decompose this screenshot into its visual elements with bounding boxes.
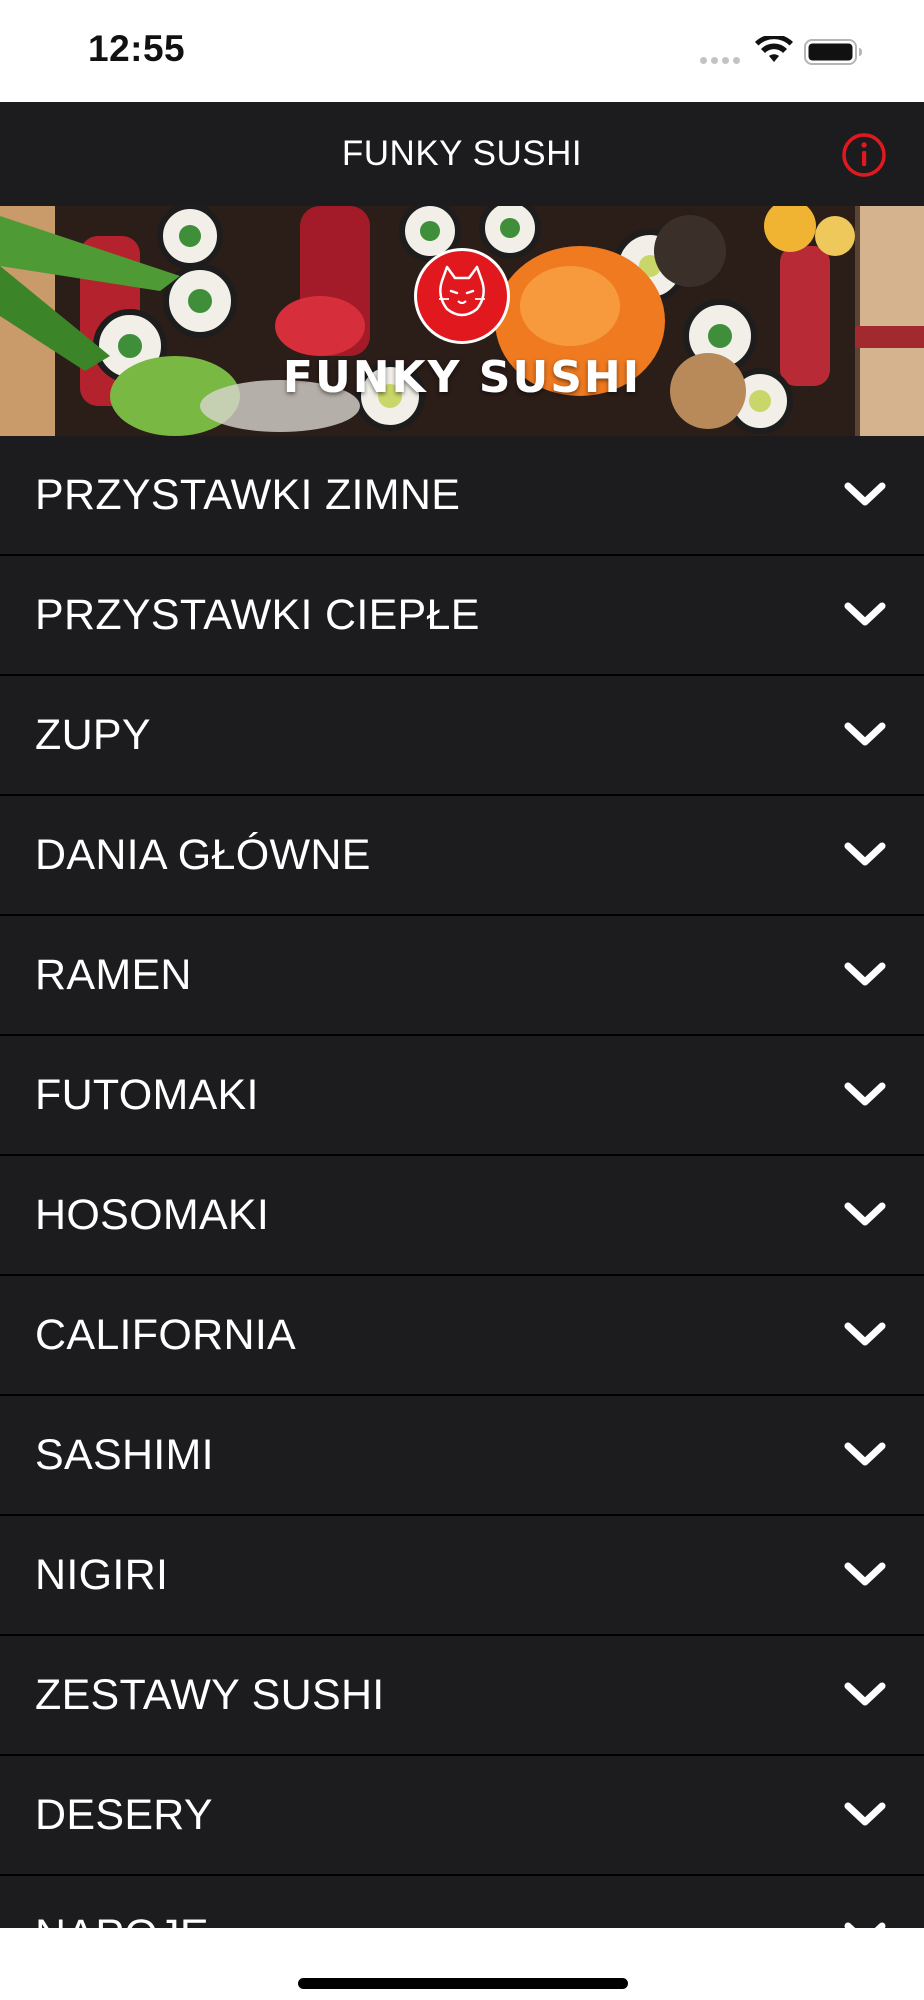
chevron-down-icon <box>844 1082 886 1106</box>
status-bar: 12:55 <box>0 0 924 102</box>
chevron-down-icon <box>844 1682 886 1706</box>
category-label: ZESTAWY SUSHI <box>35 1671 385 1719</box>
category-label: SASHIMI <box>35 1431 214 1479</box>
category-przystawki-zimne[interactable]: PRZYSTAWKI ZIMNE <box>0 436 924 556</box>
category-label: HOSOMAKI <box>35 1191 270 1239</box>
home-indicator[interactable] <box>298 1978 628 1989</box>
category-label: NIGIRI <box>35 1551 169 1599</box>
signal-icon <box>700 57 742 65</box>
hero-banner: FUNKY SUSHI <box>0 206 924 436</box>
chevron-down-icon <box>844 1202 886 1226</box>
category-sashimi[interactable]: SASHIMI <box>0 1396 924 1516</box>
category-przystawki-cieple[interactable]: PRZYSTAWKI CIEPŁE <box>0 556 924 676</box>
category-label: FUTOMAKI <box>35 1071 259 1119</box>
chevron-down-icon <box>844 1442 886 1466</box>
category-california[interactable]: CALIFORNIA <box>0 1276 924 1396</box>
category-nigiri[interactable]: NIGIRI <box>0 1516 924 1636</box>
category-zestawy-sushi[interactable]: ZESTAWY SUSHI <box>0 1636 924 1756</box>
info-circle-icon[interactable] <box>841 132 887 178</box>
chevron-down-icon <box>844 722 886 746</box>
category-label: NAPOJE <box>35 1876 209 1928</box>
category-napoje[interactable]: NAPOJE <box>0 1876 924 1928</box>
category-zupy[interactable]: ZUPY <box>0 676 924 796</box>
chevron-down-icon <box>844 1922 886 1928</box>
wifi-icon <box>755 36 793 62</box>
category-futomaki[interactable]: FUTOMAKI <box>0 1036 924 1156</box>
app-screen: 12:55 FUNKY SUSHI FUNKY SUSHI PRZYSTAWKI… <box>0 0 924 2000</box>
cat-mascot-icon <box>414 248 510 344</box>
status-time: 12:55 <box>88 28 186 69</box>
home-indicator-area <box>0 1928 924 2000</box>
category-label: CALIFORNIA <box>35 1311 297 1359</box>
category-label: PRZYSTAWKI ZIMNE <box>35 471 461 519</box>
category-label: DESERY <box>35 1791 213 1839</box>
category-desery[interactable]: DESERY <box>0 1756 924 1876</box>
chevron-down-icon <box>844 1322 886 1346</box>
category-hosomaki[interactable]: HOSOMAKI <box>0 1156 924 1276</box>
chevron-down-icon <box>844 842 886 866</box>
chevron-down-icon <box>844 482 886 506</box>
hero-brand-text: FUNKY SUSHI <box>282 352 642 403</box>
navigation-bar: FUNKY SUSHI <box>0 102 924 206</box>
chevron-down-icon <box>844 1802 886 1826</box>
chevron-down-icon <box>844 1562 886 1586</box>
category-list: PRZYSTAWKI ZIMNE PRZYSTAWKI CIEPŁE ZUPY … <box>0 436 924 1928</box>
battery-icon <box>804 39 862 65</box>
category-label: PRZYSTAWKI CIEPŁE <box>35 591 480 639</box>
chevron-down-icon <box>844 962 886 986</box>
chevron-down-icon <box>844 602 886 626</box>
category-label: ZUPY <box>35 711 151 759</box>
category-label: DANIA GŁÓWNE <box>35 831 371 879</box>
category-ramen[interactable]: RAMEN <box>0 916 924 1036</box>
category-dania-glowne[interactable]: DANIA GŁÓWNE <box>0 796 924 916</box>
page-title: FUNKY SUSHI <box>341 134 583 173</box>
category-label: RAMEN <box>35 951 192 999</box>
